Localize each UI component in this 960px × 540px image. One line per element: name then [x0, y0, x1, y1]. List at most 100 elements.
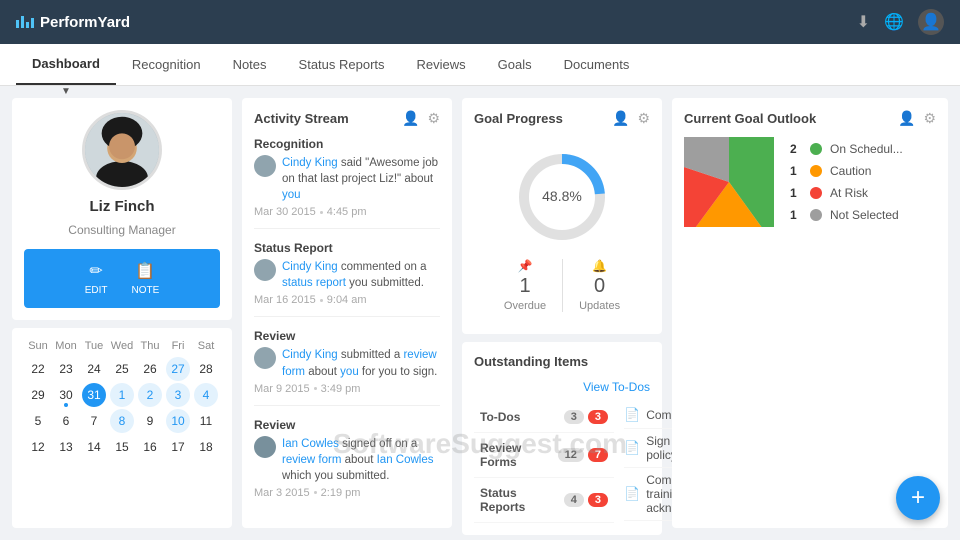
cal-cell[interactable]: 26	[138, 357, 162, 381]
person-icon[interactable]: 👤	[402, 110, 419, 127]
overdue-label: Overdue	[504, 300, 546, 312]
status-report-link[interactable]: status report	[282, 277, 346, 289]
cal-cell[interactable]: 13	[54, 435, 78, 459]
view-todos-link[interactable]: View To-Dos	[583, 380, 650, 394]
outlook-section: Current Goal Outlook 👤 ⚙	[672, 98, 948, 528]
user-icon[interactable]: 👤	[918, 9, 944, 35]
review-forms-row: Review Forms 12 7	[474, 433, 614, 478]
goal-progress-card: Goal Progress 👤 ⚙ 48.8% 📌 1 Overdue	[462, 98, 662, 334]
cal-cell[interactable]: 24	[82, 357, 106, 381]
cal-cell[interactable]: 2	[138, 383, 162, 407]
profile-name: Liz Finch	[90, 198, 155, 215]
activity-text-4: Ian Cowles signed off on a review form a…	[282, 436, 440, 484]
edit-label: EDIT	[85, 285, 108, 296]
time-dot-3	[314, 387, 317, 390]
nav-recognition[interactable]: Recognition	[116, 45, 217, 84]
cal-cell[interactable]: 7	[82, 409, 106, 433]
settings-icon[interactable]: ⚙	[427, 110, 440, 127]
status-reports-badges: 4 3	[564, 493, 608, 507]
cal-cell[interactable]: 14	[82, 435, 106, 459]
you-link-1[interactable]: you	[282, 189, 301, 201]
globe-icon[interactable]: 🌐	[884, 12, 904, 32]
outlook-panel-icons: 👤 ⚙	[898, 110, 936, 127]
cal-cell[interactable]: 5	[26, 409, 50, 433]
outstanding-card: Outstanding Items View To-Dos To-Dos 3 3…	[462, 342, 662, 535]
cal-cell[interactable]: 9	[138, 409, 162, 433]
avatar-svg	[85, 110, 159, 190]
edit-button[interactable]: ✏ EDIT	[85, 261, 108, 296]
cal-cell[interactable]: 15	[110, 435, 134, 459]
cal-cell[interactable]: 3	[166, 383, 190, 407]
ian-cowles-link-2[interactable]: Ian Cowles	[377, 454, 434, 466]
outlook-card: Current Goal Outlook 👤 ⚙	[672, 98, 948, 528]
cindy-king-link-2[interactable]: Cindy King	[282, 261, 338, 273]
cal-cell[interactable]: 1	[110, 383, 134, 407]
todos-badges: 3 3	[564, 410, 608, 424]
cal-day-mon: Mon	[52, 340, 80, 352]
status-reports-alert-badge: 3	[588, 493, 608, 507]
nav-dashboard[interactable]: Dashboard ▼	[16, 44, 116, 85]
goal-progress-header: Goal Progress 👤 ⚙	[474, 110, 650, 127]
goal-person-icon[interactable]: 👤	[612, 110, 629, 127]
donut-wrap: 48.8% 📌 1 Overdue 🔔 0 Updates	[474, 137, 650, 322]
outstanding-left: To-Dos 3 3 Review Forms 12 7	[474, 402, 614, 523]
cal-cell[interactable]: 12	[26, 435, 50, 459]
goal-settings-icon[interactable]: ⚙	[637, 110, 650, 127]
avatar	[82, 110, 162, 190]
activity-date-4: Mar 3 2015	[254, 487, 310, 499]
outlook-title: Current Goal Outlook	[684, 111, 816, 126]
you-link-2[interactable]: you	[340, 366, 359, 378]
cal-cell[interactable]: 18	[194, 435, 218, 459]
nav-goals[interactable]: Goals	[482, 45, 548, 84]
top-nav-icons: ⬇ 🌐 👤	[857, 9, 944, 35]
cal-cell[interactable]: 28	[194, 357, 218, 381]
cindy-king-link-3[interactable]: Cindy King	[282, 349, 338, 361]
overdue-stat: 📌 1 Overdue	[504, 259, 546, 312]
fab-button[interactable]: +	[896, 476, 940, 520]
cal-cell[interactable]: 23	[54, 357, 78, 381]
cal-cell[interactable]: 22	[26, 357, 50, 381]
cal-cell[interactable]: 8	[110, 409, 134, 433]
cal-cell[interactable]: 30	[54, 383, 78, 407]
review-form-link-2[interactable]: review form	[282, 454, 341, 466]
nav-reviews[interactable]: Reviews	[401, 45, 482, 84]
cal-cell[interactable]: 25	[110, 357, 134, 381]
cal-cell[interactable]: 29	[26, 383, 50, 407]
updates-count: 0	[594, 275, 605, 298]
cal-cell-today[interactable]: 31	[82, 383, 106, 407]
outlook-settings-icon[interactable]: ⚙	[923, 110, 936, 127]
nav-documents[interactable]: Documents	[548, 45, 646, 84]
note-button[interactable]: 📋 NOTE	[132, 261, 160, 296]
activity-hour-1: 4:45 pm	[327, 206, 367, 218]
legend-count-0: 2	[790, 142, 802, 156]
pin-icon: 📌	[518, 259, 533, 273]
download-icon[interactable]: ⬇	[857, 12, 870, 32]
activity-review-1: Review Cindy King submitted a review for…	[254, 329, 440, 405]
goal-stats: 📌 1 Overdue 🔔 0 Updates	[504, 259, 620, 312]
cal-cell[interactable]: 4	[194, 383, 218, 407]
bell-icon: 🔔	[592, 259, 607, 273]
activity-row-2: Cindy King commented on a status report …	[254, 259, 440, 291]
cal-cell[interactable]: 16	[138, 435, 162, 459]
legend-item-1: 1 Caution	[790, 164, 903, 178]
outlook-person-icon[interactable]: 👤	[898, 110, 915, 127]
ian-cowles-link-1[interactable]: Ian Cowles	[282, 438, 339, 450]
cal-cell[interactable]: 10	[166, 409, 190, 433]
cal-cell[interactable]: 11	[194, 409, 218, 433]
activity-row-3: Cindy King submitted a review form about…	[254, 347, 440, 379]
cal-cell[interactable]: 17	[166, 435, 190, 459]
activity-avatar-4	[254, 436, 276, 458]
legend-item-2: 1 At Risk	[790, 186, 903, 200]
activity-date-1: Mar 30 2015	[254, 206, 316, 218]
logo-icon	[16, 16, 34, 28]
cindy-king-link-1[interactable]: Cindy King	[282, 157, 338, 169]
note-icon: 📋	[135, 261, 155, 281]
nav-notes[interactable]: Notes	[217, 45, 283, 84]
legend-dot-3	[810, 209, 822, 221]
legend-count-2: 1	[790, 186, 802, 200]
cal-cell[interactable]: 27	[166, 357, 190, 381]
cal-cell[interactable]: 6	[54, 409, 78, 433]
pie-svg	[684, 137, 774, 227]
nav-status-reports[interactable]: Status Reports	[283, 45, 401, 84]
time-dot-4	[314, 491, 317, 494]
